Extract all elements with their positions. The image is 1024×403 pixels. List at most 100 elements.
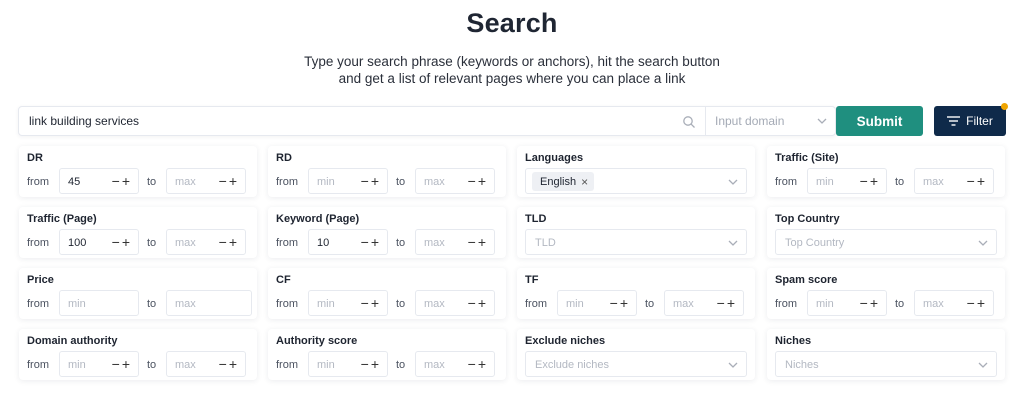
stepper[interactable]: −+: [468, 356, 488, 372]
stepper[interactable]: −+: [717, 295, 737, 311]
filter-card-tf: TF from min −+ to max −+: [517, 268, 755, 319]
filter-card-cf: CF from min −+ to max −+: [268, 268, 506, 319]
tf-to-input[interactable]: max −+: [664, 290, 744, 316]
stepper[interactable]: −+: [219, 234, 239, 250]
spam-score-to-input[interactable]: max −+: [914, 290, 994, 316]
stepper[interactable]: −+: [967, 295, 987, 311]
stepper[interactable]: −+: [967, 173, 987, 189]
filter-button[interactable]: Filter: [934, 103, 1008, 136]
authority-score-from-placeholder: min: [317, 359, 335, 371]
domain-input[interactable]: [706, 107, 835, 135]
domain-authority-to-placeholder: max: [175, 359, 196, 371]
stepper[interactable]: −+: [112, 234, 132, 250]
stepper[interactable]: −+: [361, 356, 381, 372]
filter-label-top-country: Top Country: [775, 213, 840, 225]
tld-select[interactable]: TLD: [525, 229, 747, 255]
submit-button[interactable]: Submit: [836, 106, 923, 136]
to-label: to: [147, 359, 157, 371]
languages-select[interactable]: English ×: [525, 168, 747, 194]
filter-label-spam-score: Spam score: [775, 274, 838, 286]
dr-from-input[interactable]: 45 −+: [59, 168, 139, 194]
traffic-site-from-input[interactable]: min −+: [807, 168, 887, 194]
dr-from-value: 45: [68, 176, 81, 188]
filter-label-tld: TLD: [525, 213, 547, 225]
filter-label-cf: CF: [276, 274, 291, 286]
keyword-page-from-input[interactable]: 10 −+: [308, 229, 388, 255]
traffic-page-to-placeholder: max: [175, 237, 196, 249]
cf-from-input[interactable]: min −+: [308, 290, 388, 316]
stepper[interactable]: −+: [468, 173, 488, 189]
tf-from-input[interactable]: min −+: [557, 290, 637, 316]
rd-from-placeholder: min: [317, 176, 335, 188]
filter-card-keyword-page: Keyword (Page) from 10 −+ to max −+: [268, 207, 506, 258]
domain-authority-from-input[interactable]: min −+: [59, 351, 139, 377]
price-from-input[interactable]: min: [59, 290, 139, 316]
stepper[interactable]: −+: [610, 295, 630, 311]
dr-to-placeholder: max: [175, 176, 196, 188]
chevron-down-icon: [728, 362, 738, 368]
keyword-page-to-input[interactable]: max −+: [415, 229, 495, 255]
domain-authority-to-input[interactable]: max −+: [166, 351, 246, 377]
top-country-placeholder: Top Country: [785, 237, 845, 249]
stepper[interactable]: −+: [361, 295, 381, 311]
cf-to-input[interactable]: max −+: [415, 290, 495, 316]
rd-from-input[interactable]: min −+: [308, 168, 388, 194]
filter-label-tf: TF: [525, 274, 539, 286]
traffic-page-from-input[interactable]: 100 −+: [59, 229, 139, 255]
niches-placeholder: Niches: [785, 359, 819, 371]
filter-label: Filter: [966, 114, 993, 128]
to-label: to: [396, 359, 406, 371]
dr-to-input[interactable]: max −+: [166, 168, 246, 194]
from-label: from: [775, 298, 797, 310]
stepper[interactable]: −+: [860, 295, 880, 311]
authority-score-to-placeholder: max: [424, 359, 445, 371]
filter-label-niches: Niches: [775, 335, 812, 347]
filter-card-exclude-niches: Exclude niches Exclude niches: [517, 329, 755, 380]
exclude-niches-select[interactable]: Exclude niches: [525, 351, 747, 377]
from-label: from: [27, 237, 49, 249]
traffic-site-to-placeholder: max: [923, 176, 944, 188]
cf-to-placeholder: max: [424, 298, 445, 310]
page-subtitle: Type your search phrase (keywords or anc…: [0, 53, 1024, 87]
authority-score-from-input[interactable]: min −+: [308, 351, 388, 377]
traffic-page-to-input[interactable]: max −+: [166, 229, 246, 255]
filter-icon: [947, 116, 961, 126]
filter-card-languages: Languages English ×: [517, 146, 755, 197]
tf-to-placeholder: max: [673, 298, 694, 310]
filter-card-authority-score: Authority score from min −+ to max −+: [268, 329, 506, 380]
filter-card-traffic-page: Traffic (Page) from 100 −+ to max −+: [19, 207, 257, 258]
filter-card-rd: RD from min −+ to max −+: [268, 146, 506, 197]
page-title: Search: [466, 8, 558, 38]
to-label: to: [147, 176, 157, 188]
stepper[interactable]: −+: [468, 234, 488, 250]
spam-score-from-placeholder: min: [816, 298, 834, 310]
top-country-select[interactable]: Top Country: [775, 229, 997, 255]
from-label: from: [276, 237, 298, 249]
stepper[interactable]: −+: [361, 173, 381, 189]
to-label: to: [396, 176, 406, 188]
traffic-site-to-input[interactable]: max −+: [914, 168, 994, 194]
spam-score-from-input[interactable]: min −+: [807, 290, 887, 316]
price-to-input[interactable]: max: [166, 290, 252, 316]
filter-card-domain-authority: Domain authority from min −+ to max −+: [19, 329, 257, 380]
niches-select[interactable]: Niches: [775, 351, 997, 377]
stepper[interactable]: −+: [219, 173, 239, 189]
rd-to-input[interactable]: max −+: [415, 168, 495, 194]
to-label: to: [895, 176, 905, 188]
filter-label-rd: RD: [276, 152, 292, 164]
close-icon[interactable]: ×: [581, 175, 588, 189]
stepper[interactable]: −+: [361, 234, 381, 250]
authority-score-to-input[interactable]: max −+: [415, 351, 495, 377]
search-input[interactable]: [19, 107, 705, 135]
stepper[interactable]: −+: [860, 173, 880, 189]
to-label: to: [645, 298, 655, 310]
domain-select[interactable]: [705, 107, 835, 135]
stepper[interactable]: −+: [112, 356, 132, 372]
filter-active-badge: [1001, 103, 1008, 110]
stepper[interactable]: −+: [468, 295, 488, 311]
filter-label-dr: DR: [27, 152, 43, 164]
search-icon[interactable]: [682, 115, 696, 129]
stepper[interactable]: −+: [219, 356, 239, 372]
stepper[interactable]: −+: [112, 173, 132, 189]
chevron-down-icon: [978, 240, 988, 246]
